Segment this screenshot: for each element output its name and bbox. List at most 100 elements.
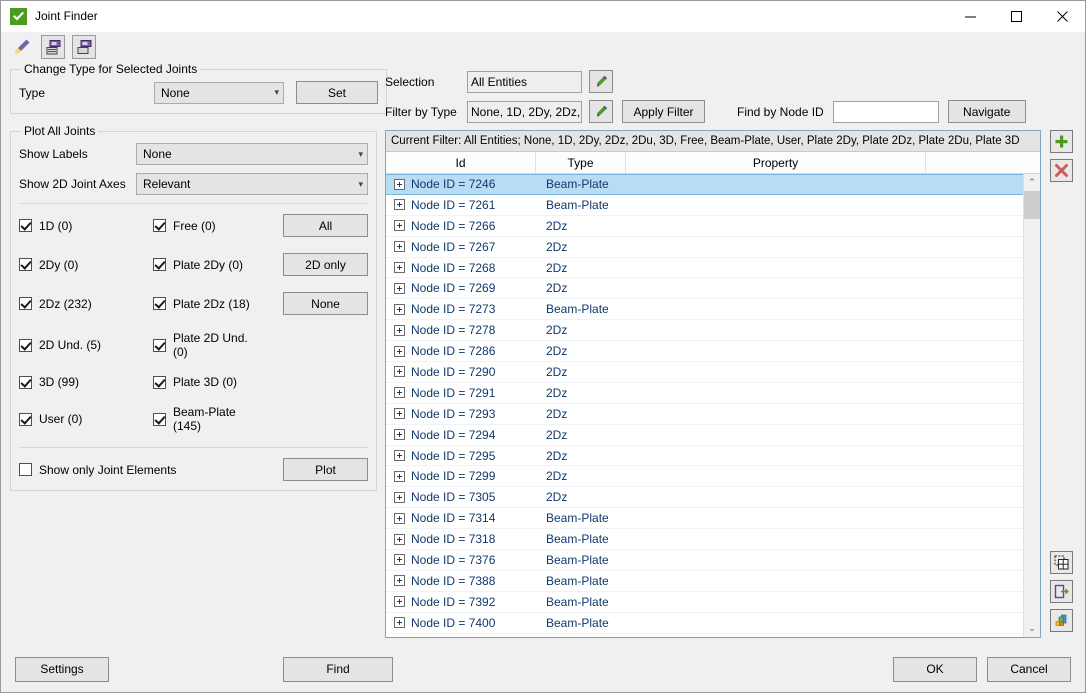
checkbox-2dy[interactable]: 2Dy (0) [19,258,153,272]
scroll-up-arrow-icon[interactable]: ⌃ [1024,174,1040,191]
table-row[interactable]: Node ID = 72952Dz [386,446,1023,467]
table-row[interactable]: Node ID = 72682Dz [386,258,1023,279]
table-row[interactable]: Node ID = 72912Dz [386,383,1023,404]
checkbox-3d[interactable]: 3D (99) [19,375,153,389]
table-row[interactable]: Node ID = 72672Dz [386,237,1023,258]
table-row[interactable]: Node ID = 72662Dz [386,216,1023,237]
table-row[interactable]: Node ID = 7318Beam-Plate [386,529,1023,550]
expand-icon[interactable] [394,534,405,545]
checkbox-2dz[interactable]: 2Dz (232) [19,297,153,311]
add-button[interactable] [1050,130,1073,153]
expand-icon[interactable] [394,450,405,461]
table-row[interactable]: Node ID = 7273Beam-Plate [386,299,1023,320]
settings-button[interactable]: Settings [15,657,109,682]
table-row[interactable]: Node ID = 72692Dz [386,278,1023,299]
expand-icon[interactable] [394,283,405,294]
expand-icon[interactable] [394,554,405,565]
apply-filter-button[interactable]: Apply Filter [622,100,705,123]
checkbox-plate-2dz[interactable]: Plate 2Dz (18) [153,297,261,311]
checkbox-show-only-joint-elements[interactable]: Show only Joint Elements [19,463,283,477]
table-row[interactable]: Node ID = 72992Dz [386,466,1023,487]
scrollbar-thumb[interactable] [1024,191,1040,219]
column-header-id[interactable]: Id [386,152,536,174]
expand-icon[interactable] [394,325,405,336]
checkbox-2d-und[interactable]: 2D Und. (5) [19,338,153,352]
expand-icon[interactable] [394,492,405,503]
grid-area: Current Filter: All Entities; None, 1D, … [385,130,1076,646]
expand-icon[interactable] [394,262,405,273]
find-by-node-id-input[interactable] [833,101,939,123]
show-2d-joint-axes-dropdown[interactable]: Relevant ▾ [136,173,368,195]
expand-icon[interactable] [394,575,405,586]
table-row[interactable]: Node ID = 72902Dz [386,362,1023,383]
selection-input[interactable]: All Entities [467,71,582,93]
select-none-button[interactable]: None [283,292,368,315]
scrollbar-track[interactable] [1024,191,1040,620]
select-all-button[interactable]: All [283,214,368,237]
expand-icon[interactable] [394,179,405,190]
table-row[interactable]: Node ID = 7246Beam-Plate [386,174,1023,195]
filter-by-type-input[interactable]: None, 1D, 2Dy, 2Dz, 2 [467,101,582,123]
scroll-down-arrow-icon[interactable]: ⌄ [1024,620,1040,637]
table-row[interactable]: Node ID = 7400Beam-Plate [386,613,1023,634]
expand-icon[interactable] [394,304,405,315]
delete-button[interactable] [1050,159,1073,182]
minimize-button[interactable] [947,1,993,32]
checkbox-free[interactable]: Free (0) [153,219,261,233]
checkbox-1d[interactable]: 1D (0) [19,219,153,233]
select-grid-button[interactable] [1050,551,1073,574]
navigate-button[interactable]: Navigate [948,100,1026,123]
table-row[interactable]: Node ID = 7376Beam-Plate [386,550,1023,571]
table-row[interactable]: Node ID = 72942Dz [386,425,1023,446]
filter-pick-button[interactable] [589,100,613,123]
table-row[interactable]: Node ID = 7388Beam-Plate [386,571,1023,592]
expand-icon[interactable] [394,429,405,440]
select-2d-only-button[interactable]: 2D only [283,253,368,276]
expand-icon[interactable] [394,408,405,419]
expand-icon[interactable] [394,199,405,210]
show-labels-label: Show Labels [19,147,136,161]
checkbox-plate-3d[interactable]: Plate 3D (0) [153,375,261,389]
shapes-button[interactable] [1050,609,1073,632]
expand-icon[interactable] [394,346,405,357]
checkbox-beam-plate[interactable]: Beam-Plate (145) [153,405,261,433]
expand-icon[interactable] [394,241,405,252]
grid-vertical-scrollbar[interactable]: ⌃ ⌄ [1023,174,1040,637]
column-header-type[interactable]: Type [536,152,626,174]
column-header-property[interactable]: Property [626,152,926,174]
expand-icon[interactable] [394,220,405,231]
show-labels-dropdown[interactable]: None ▾ [136,143,368,165]
window-arrange-icon[interactable] [72,35,96,59]
find-button[interactable]: Find [283,657,393,682]
column-header-blank[interactable] [926,152,1040,174]
plot-button[interactable]: Plot [283,458,368,481]
type-dropdown[interactable]: None ▾ [154,82,284,104]
table-row[interactable]: Node ID = 7314Beam-Plate [386,508,1023,529]
expand-icon[interactable] [394,596,405,607]
expand-icon[interactable] [394,513,405,524]
cancel-button[interactable]: Cancel [987,657,1071,682]
cell-id: Node ID = 7314 [411,511,546,525]
table-row[interactable]: Node ID = 7261Beam-Plate [386,195,1023,216]
cell-id: Node ID = 7294 [411,428,546,442]
checkbox-plate-2dy[interactable]: Plate 2Dy (0) [153,258,261,272]
close-button[interactable] [1039,1,1085,32]
expand-icon[interactable] [394,366,405,377]
set-button[interactable]: Set [296,81,378,104]
export-button[interactable] [1050,580,1073,603]
expand-icon[interactable] [394,471,405,482]
window-tile-icon[interactable] [41,35,65,59]
highlighter-icon[interactable] [10,35,34,59]
expand-icon[interactable] [394,617,405,628]
table-row[interactable]: Node ID = 72862Dz [386,341,1023,362]
maximize-button[interactable] [993,1,1039,32]
table-row[interactable]: Node ID = 72932Dz [386,404,1023,425]
checkbox-user[interactable]: User (0) [19,412,153,426]
table-row[interactable]: Node ID = 72782Dz [386,320,1023,341]
selection-pick-button[interactable] [589,70,613,93]
table-row[interactable]: Node ID = 73052Dz [386,487,1023,508]
expand-icon[interactable] [394,387,405,398]
ok-button[interactable]: OK [893,657,977,682]
table-row[interactable]: Node ID = 7392Beam-Plate [386,592,1023,613]
checkbox-plate-2d-und[interactable]: Plate 2D Und. (0) [153,331,261,359]
